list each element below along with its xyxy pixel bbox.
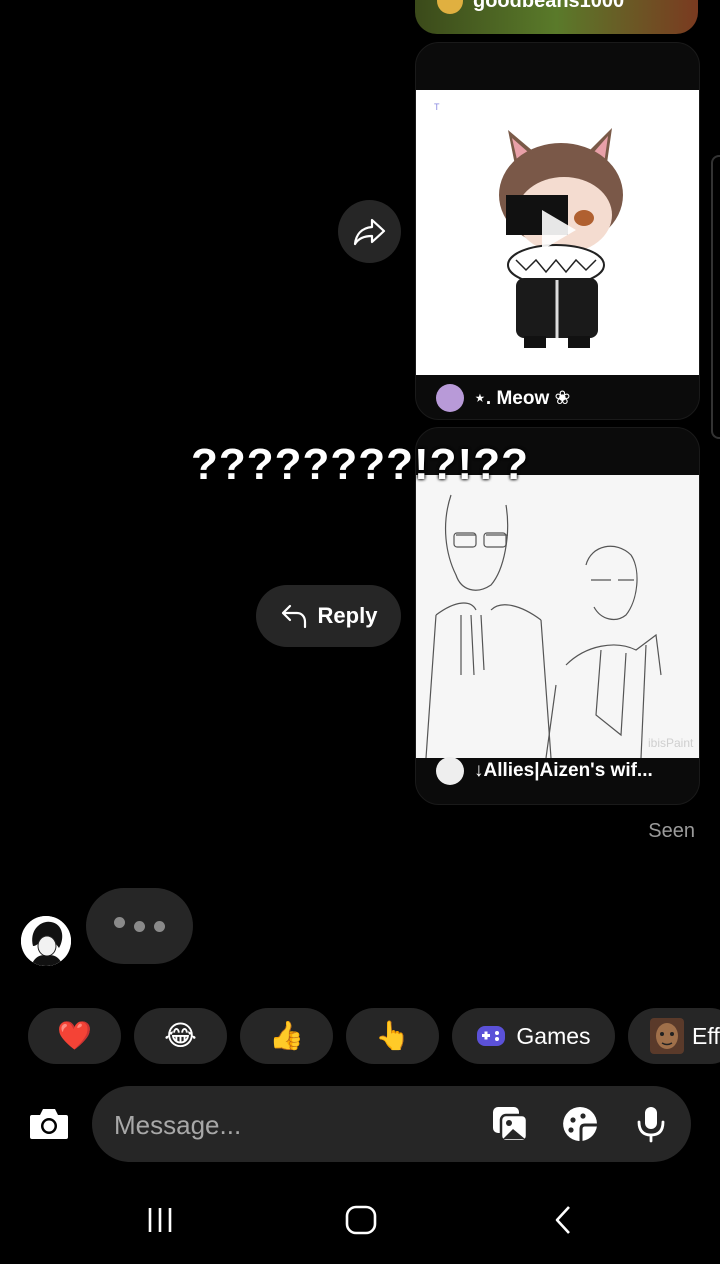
avatar <box>437 0 463 14</box>
pointing-hand-icon: 👆 <box>375 1020 410 1051</box>
recent-apps-button[interactable] <box>130 1198 190 1242</box>
home-icon <box>345 1205 377 1235</box>
reply-label: Reply <box>317 603 378 628</box>
gamepad-icon <box>477 1026 506 1046</box>
gallery-icon <box>493 1107 529 1143</box>
voice-message-button[interactable] <box>631 1104 671 1144</box>
post-author: goodbeans1000 <box>437 0 624 14</box>
shared-post-card[interactable]: goodbeans1000 <box>415 0 698 34</box>
post-author-name: goodbeans1000 <box>473 0 625 12</box>
typing-dot <box>154 920 165 932</box>
message-composer <box>92 1086 691 1162</box>
reaction-point-up-button[interactable]: 👆 <box>346 1008 439 1064</box>
reaction-thumbs-up-button[interactable]: 👍 <box>240 1008 333 1064</box>
camera-icon <box>30 1109 68 1139</box>
typing-indicator <box>86 888 193 964</box>
reel-author: ↓Allies|Aizen's wif... <box>416 748 699 794</box>
reel-author: ⋆. Meow ❀ <box>416 375 699 419</box>
reel-author-name: ↓Allies|Aizen's wif... <box>474 760 653 781</box>
reel-thumbnail: T <box>416 90 699 375</box>
svg-text:T: T <box>434 102 440 112</box>
avatar <box>436 384 464 412</box>
effects-label: Eff <box>692 1022 720 1049</box>
seen-status: Seen <box>648 820 695 842</box>
heart-icon: ❤️ <box>57 1020 92 1051</box>
thumbs-up-icon: 👍 <box>269 1020 304 1051</box>
microphone-icon <box>637 1107 665 1143</box>
effects-button[interactable]: Eff <box>628 1008 720 1064</box>
sticker-icon <box>563 1107 597 1141</box>
typing-dot <box>134 920 145 932</box>
reel-author-name: ⋆. Meow ❀ <box>474 387 571 409</box>
avatar[interactable] <box>21 916 71 966</box>
avatar <box>436 757 464 785</box>
games-label: Games <box>516 1022 591 1049</box>
shared-reel-card[interactable]: T ⋆. Meow ❀ <box>415 42 700 420</box>
reply-button[interactable]: Reply <box>256 585 401 647</box>
games-button[interactable]: Games <box>452 1008 615 1064</box>
recent-apps-icon <box>148 1208 172 1232</box>
reel-thumbnail: ibisPaint <box>416 475 699 758</box>
back-chevron-icon <box>555 1206 570 1234</box>
share-arrow-icon <box>353 218 385 245</box>
back-button[interactable] <box>533 1198 593 1242</box>
profile-picture-image <box>21 916 71 966</box>
overlay-caption: ????????!?!?? <box>191 440 529 489</box>
typing-dot <box>114 916 125 928</box>
effect-thumbnail-icon <box>650 1018 684 1054</box>
scroll-indicator[interactable] <box>711 155 720 439</box>
home-button[interactable] <box>331 1198 391 1242</box>
gallery-button[interactable] <box>490 1104 530 1144</box>
sketch-drawing-image: ibisPaint <box>416 475 699 758</box>
reaction-heart-button[interactable]: ❤️ <box>28 1008 121 1064</box>
chibi-character-image: T <box>416 90 699 375</box>
system-navigation-bar <box>0 1178 720 1264</box>
reaction-laugh-button[interactable]: 😂 <box>134 1008 227 1064</box>
share-button[interactable] <box>338 200 401 263</box>
message-input[interactable] <box>112 1104 486 1146</box>
sticker-button[interactable] <box>560 1104 600 1144</box>
reply-arrow-icon <box>281 604 306 629</box>
laughing-face-icon: 😂 <box>164 1020 197 1051</box>
camera-button[interactable] <box>26 1100 72 1146</box>
